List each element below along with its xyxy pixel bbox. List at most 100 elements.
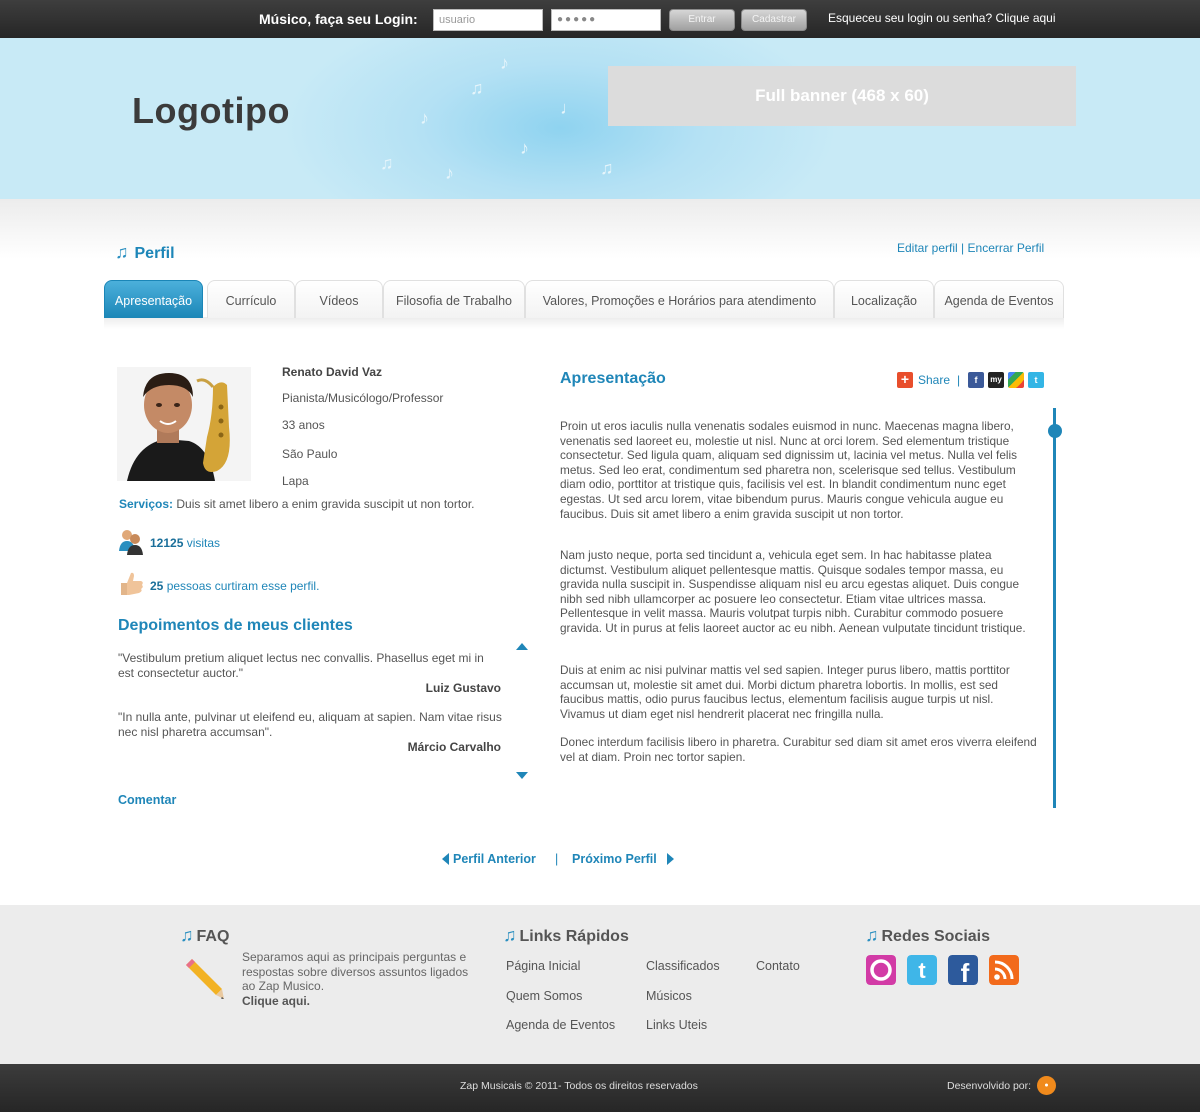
site-header: ♪ ♫ ♪ ♫ ♩ ♪ ♫ ♪ Logotipo Full banner (46… — [0, 38, 1200, 199]
signup-button[interactable]: Cadastrar — [741, 9, 807, 31]
faq-description: Separamos aqui as principais perguntas e… — [242, 950, 469, 993]
music-note-icon: ♫ — [600, 158, 614, 178]
tab-valores[interactable]: Valores, Promoções e Horários para atend… — [525, 280, 834, 318]
presentation-paragraph: Duis at enim ac nisi pulvinar mattis vel… — [560, 663, 1010, 721]
close-profile-link[interactable]: Encerrar Perfil — [968, 241, 1045, 255]
profile-photo — [117, 367, 251, 481]
services-label: Serviços: — [119, 497, 174, 511]
link-quem-somos[interactable]: Quem Somos — [506, 989, 582, 1003]
ad-banner[interactable]: Full banner (468 x 60) — [608, 66, 1076, 126]
music-note-icon: ♪ — [420, 108, 429, 128]
twitter-icon[interactable]: t — [907, 955, 937, 985]
link-links-uteis[interactable]: Links Uteis — [646, 1018, 707, 1032]
tab-localizacao[interactable]: Localização — [834, 280, 934, 318]
social-heading: ♫ Redes Sociais — [865, 925, 990, 946]
profile-photo-image — [117, 367, 251, 481]
rss-icon[interactable] — [989, 955, 1019, 985]
google-icon[interactable] — [1008, 372, 1024, 388]
faq-title: FAQ — [196, 928, 230, 945]
share-plus-icon[interactable]: + — [897, 372, 913, 388]
tab-agenda[interactable]: Agenda de Eventos — [934, 280, 1064, 318]
visits-count: 12125 — [150, 536, 184, 550]
faq-link[interactable]: Clique aqui. — [242, 994, 310, 1008]
separator: | — [555, 852, 559, 866]
presentation-paragraph: Donec interdum facilisis libero in phare… — [560, 735, 1037, 764]
person-age: 33 anos — [282, 418, 325, 432]
music-note-icon: ♪ — [445, 163, 454, 183]
presentation-title: Apresentação — [560, 370, 666, 387]
profile-tabs: Apresentação Currículo Vídeos Filosofia … — [104, 280, 1064, 318]
svg-text:f: f — [961, 958, 970, 985]
links-title: Links Rápidos — [519, 928, 629, 945]
social-title: Redes Sociais — [881, 928, 991, 945]
username-input[interactable]: usuario — [433, 9, 543, 31]
music-note-icon: ♪ — [500, 53, 509, 73]
link-contato[interactable]: Contato — [756, 959, 800, 973]
page-title: ♫ Perfil — [115, 242, 175, 263]
services: Serviços: Duis sit amet libero a enim gr… — [119, 497, 475, 511]
presentation-paragraph: Proin ut eros iaculis nulla venenatis so… — [560, 419, 1018, 521]
forgot-password-link[interactable]: Esqueceu seu login ou senha? Clique aqui — [828, 11, 1056, 25]
thumbs-up-icon — [121, 572, 143, 595]
login-button[interactable]: Entrar — [669, 9, 735, 31]
password-input[interactable]: ●●●●● — [551, 9, 661, 31]
page-title-text: Perfil — [134, 245, 175, 262]
visits-label: visitas — [186, 536, 221, 550]
music-note-icon: ♫ — [380, 153, 394, 173]
site-logo[interactable]: Logotipo — [132, 90, 290, 132]
twitter-icon[interactable]: t — [1028, 372, 1044, 388]
likes-label: pessoas curtiram esse perfil. — [166, 579, 320, 593]
scrollbar-track[interactable] — [1053, 408, 1056, 808]
myspace-icon[interactable]: my — [988, 372, 1004, 388]
person-name: Renato David Vaz — [282, 365, 383, 379]
testimonial-author: Márcio Carvalho — [407, 740, 501, 754]
presentation-paragraph: Nam justo neque, porta sed tincidunt a, … — [560, 548, 1026, 635]
link-musicos[interactable]: Músicos — [646, 989, 692, 1003]
previous-profile-link[interactable]: Perfil Anterior — [453, 852, 536, 866]
developer-label: Desenvolvido por: — [947, 1080, 1032, 1092]
person-city: São Paulo — [282, 447, 338, 461]
facebook-icon[interactable]: f — [948, 955, 978, 985]
separator: | — [957, 373, 961, 387]
testimonials-title: Depoimentos de meus clientes — [118, 617, 353, 634]
music-note-icon: ♩ — [560, 98, 578, 118]
facebook-icon[interactable]: f — [968, 372, 984, 388]
profile-actions: Editar perfil | Encerrar Perfil — [897, 241, 1044, 255]
faq-heading: ♫ FAQ — [180, 925, 229, 946]
link-agenda-eventos[interactable]: Agenda de Eventos — [506, 1018, 615, 1032]
testimonial-author: Luiz Gustavo — [425, 681, 501, 695]
arrow-left-icon[interactable] — [442, 853, 449, 865]
testimonial-quote: "In nulla ante, pulvinar ut eleifend eu,… — [118, 710, 502, 739]
services-text: Duis sit amet libero a enim gravida susc… — [176, 497, 475, 511]
pencil-icon — [186, 959, 224, 999]
music-note-icon: ♫ — [865, 925, 879, 945]
scrollbar-thumb[interactable] — [1048, 424, 1062, 438]
music-note-icon: ♪ — [520, 138, 529, 158]
edit-profile-link[interactable]: Editar perfil — [897, 241, 958, 255]
music-note-icon: ♫ — [503, 925, 517, 945]
link-pagina-inicial[interactable]: Página Inicial — [506, 959, 580, 973]
person-district: Lapa — [282, 474, 309, 488]
developer-logo-icon[interactable]: ● — [1037, 1076, 1056, 1095]
testimonial-quote: "Vestibulum pretium aliquet lectus nec c… — [118, 651, 484, 680]
comment-link[interactable]: Comentar — [118, 793, 176, 807]
scroll-down-icon[interactable] — [516, 772, 528, 779]
visitors-icon — [119, 530, 143, 555]
arrow-right-icon[interactable] — [667, 853, 674, 865]
copyright-text: Zap Musicais © 2011- Todos os direitos r… — [460, 1080, 698, 1092]
svg-text:t: t — [918, 958, 926, 983]
tab-curriculo[interactable]: Currículo — [207, 280, 295, 318]
likes-count: 25 — [150, 579, 164, 593]
faq-text: Separamos aqui as principais perguntas e… — [242, 950, 474, 1008]
scroll-up-icon[interactable] — [516, 643, 528, 650]
tab-apresentacao[interactable]: Apresentação — [104, 280, 203, 318]
tab-videos[interactable]: Vídeos — [295, 280, 383, 318]
orkut-icon[interactable] — [866, 955, 896, 985]
tab-filosofia[interactable]: Filosofia de Trabalho — [383, 280, 525, 318]
login-label: Músico, faça seu Login: — [259, 11, 418, 27]
next-profile-link[interactable]: Próximo Perfil — [572, 852, 657, 866]
music-note-icon: ♫ — [115, 242, 129, 262]
music-note-icon: ♫ — [180, 925, 194, 945]
share-link[interactable]: Share — [918, 373, 950, 387]
link-classificados[interactable]: Classificados — [646, 959, 720, 973]
